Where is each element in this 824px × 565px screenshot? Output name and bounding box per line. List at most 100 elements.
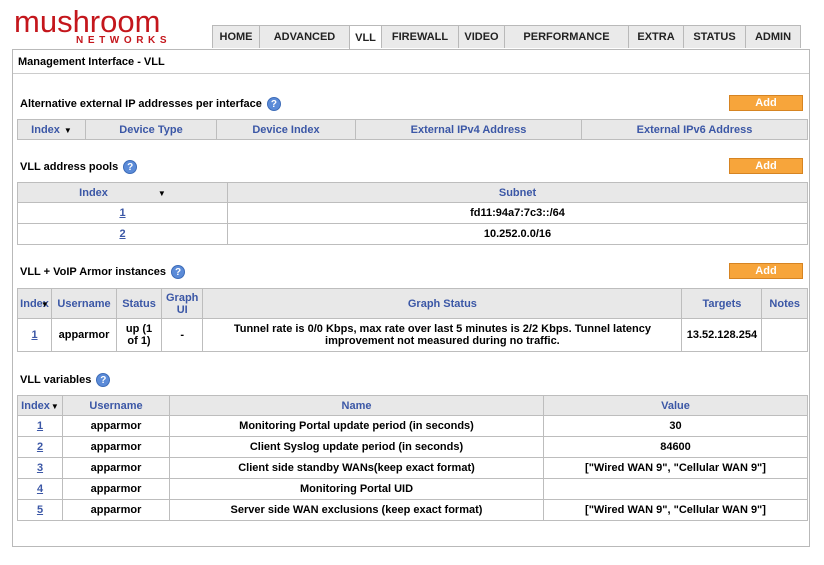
col-external-ipv6[interactable]: External IPv6 Address	[581, 119, 808, 140]
variable-username-cell: apparmor	[62, 478, 170, 500]
tab-admin[interactable]: ADMIN	[745, 25, 801, 48]
instances-section-title: VLL + VoIP Armor instances ?	[20, 265, 186, 279]
variable-value-cell: 30	[543, 415, 808, 437]
sort-down-icon[interactable]: ▼	[51, 402, 59, 411]
col-index[interactable]: Index▼	[17, 395, 63, 416]
table-row: 1 apparmor Monitoring Portal update peri…	[17, 415, 808, 437]
pools-table: Index ▼ Subnet 1 fd11:94a7:7c3::/64 2 10.…	[17, 182, 808, 245]
variable-index-link[interactable]: 2	[37, 441, 43, 453]
alt-ip-section-title: Alternative external IP addresses per in…	[20, 97, 281, 111]
variable-value-cell: ["Wired WAN 9", "Cellular WAN 9"]	[543, 499, 808, 521]
variables-section-title: VLL variables ?	[20, 373, 111, 387]
variable-username-cell: apparmor	[62, 499, 170, 521]
col-username[interactable]: Username	[62, 395, 170, 416]
table-row: 1 apparmor up (1 of 1) - Tunnel rate is …	[17, 318, 808, 352]
variable-name-cell: Monitoring Portal UID	[169, 478, 544, 500]
variable-name-cell: Monitoring Portal update period (in seco…	[169, 415, 544, 437]
table-row: 3 apparmor Client side standby WANs(keep…	[17, 457, 808, 479]
instances-table: Index▼ Username Status Graph UI Graph St…	[17, 288, 808, 352]
sort-down-icon[interactable]: ▼	[158, 189, 166, 198]
logo-subtitle: NETWORKS	[76, 35, 172, 46]
col-targets[interactable]: Targets	[681, 288, 763, 319]
col-index[interactable]: Index ▼	[17, 119, 86, 140]
col-graph-status[interactable]: Graph Status	[202, 288, 683, 319]
tab-home[interactable]: HOME	[212, 25, 259, 48]
table-header-row: Index▼ Username Status Graph UI Graph St…	[17, 288, 808, 319]
add-instance-button[interactable]: Add	[729, 263, 803, 279]
add-pool-button[interactable]: Add	[729, 158, 803, 174]
add-alt-ip-button[interactable]: Add	[729, 95, 803, 111]
pool-index-cell: 2	[17, 223, 228, 245]
table-header-row: Index▼ Username Name Value	[17, 395, 808, 416]
alt-ip-table: Index ▼ Device Type Device Index External…	[17, 119, 808, 140]
col-external-ipv4[interactable]: External IPv4 Address	[355, 119, 582, 140]
page-title: Management Interface - VLL	[18, 56, 165, 68]
variables-title-text: VLL variables	[20, 374, 92, 386]
pools-title-text: VLL address pools	[20, 161, 119, 173]
help-icon[interactable]: ?	[171, 265, 186, 279]
instance-graph-status-cell: Tunnel rate is 0/0 Kbps, max rate over l…	[202, 318, 683, 352]
variable-value-cell: 84600	[543, 436, 808, 458]
variable-username-cell: apparmor	[62, 415, 170, 437]
sort-down-icon[interactable]: ▼	[41, 300, 49, 309]
pools-section-title: VLL address pools ?	[20, 160, 138, 174]
tab-video[interactable]: VIDEO	[458, 25, 504, 48]
pool-index-link[interactable]: 1	[119, 207, 125, 219]
instance-username-cell: apparmor	[51, 318, 117, 352]
variable-index-link[interactable]: 4	[37, 483, 43, 495]
logo-wordmark: mushroom	[14, 4, 161, 39]
tab-vll[interactable]: VLL	[349, 25, 381, 50]
pool-index-link[interactable]: 2	[119, 228, 125, 240]
col-status[interactable]: Status	[116, 288, 162, 319]
variable-name-cell: Server side WAN exclusions (keep exact f…	[169, 499, 544, 521]
col-index-label: Index	[31, 123, 60, 136]
col-index[interactable]: Index ▼	[17, 182, 228, 203]
top-navigation: HOME ADVANCED VLL FIREWALL VIDEO PERFORM…	[212, 25, 801, 50]
tab-status[interactable]: STATUS	[683, 25, 745, 48]
col-index-label: Index	[79, 186, 108, 199]
variable-username-cell: apparmor	[62, 457, 170, 479]
help-icon[interactable]: ?	[96, 373, 111, 387]
col-value[interactable]: Value	[543, 395, 808, 416]
instances-title-text: VLL + VoIP Armor instances	[20, 266, 167, 278]
help-icon[interactable]: ?	[123, 160, 138, 174]
instance-index-link[interactable]: 1	[31, 329, 37, 341]
variable-name-cell: Client side standby WANs(keep exact form…	[169, 457, 544, 479]
instance-targets-cell: 13.52.128.254	[681, 318, 763, 352]
col-notes[interactable]: Notes	[761, 288, 808, 319]
col-name[interactable]: Name	[169, 395, 544, 416]
col-graph-ui[interactable]: Graph UI	[160, 288, 204, 319]
col-username[interactable]: Username	[51, 288, 117, 319]
instance-graph-ui-cell: -	[160, 318, 204, 352]
main-panel: Management Interface - VLL Alternative e…	[12, 49, 810, 547]
table-row: 5 apparmor Server side WAN exclusions (k…	[17, 499, 808, 521]
variable-value-cell: ["Wired WAN 9", "Cellular WAN 9"]	[543, 457, 808, 479]
variable-name-cell: Client Syslog update period (in seconds)	[169, 436, 544, 458]
table-header-row: Index ▼ Device Type Device Index External…	[17, 119, 808, 140]
variable-index-link[interactable]: 3	[37, 462, 43, 474]
variable-username-cell: apparmor	[62, 436, 170, 458]
tab-extra[interactable]: EXTRA	[628, 25, 683, 48]
mushroom-networks-logo: mushroom NETWORKS	[14, 4, 194, 48]
instance-status-cell: up (1 of 1)	[116, 318, 162, 352]
tab-firewall[interactable]: FIREWALL	[381, 25, 458, 48]
sort-down-icon[interactable]: ▼	[64, 126, 72, 135]
col-index[interactable]: Index▼	[17, 288, 52, 319]
alt-ip-title-text: Alternative external IP addresses per in…	[20, 98, 262, 110]
variable-index-link[interactable]: 5	[37, 504, 43, 516]
title-divider	[13, 73, 809, 74]
tab-advanced[interactable]: ADVANCED	[259, 25, 349, 48]
col-device-type[interactable]: Device Type	[85, 119, 217, 140]
instance-notes-cell	[761, 318, 808, 352]
pool-subnet-cell: 10.252.0.0/16	[227, 223, 808, 245]
table-row: 4 apparmor Monitoring Portal UID	[17, 478, 808, 500]
help-icon[interactable]: ?	[266, 97, 281, 111]
col-subnet[interactable]: Subnet	[227, 182, 808, 203]
col-device-index[interactable]: Device Index	[216, 119, 356, 140]
variable-index-cell: 3	[17, 457, 63, 479]
table-row: 2 10.252.0.0/16	[17, 223, 808, 245]
table-row: 2 apparmor Client Syslog update period (…	[17, 436, 808, 458]
tab-performance[interactable]: PERFORMANCE	[504, 25, 628, 48]
variable-index-link[interactable]: 1	[37, 420, 43, 432]
instance-index-cell: 1	[17, 318, 52, 352]
